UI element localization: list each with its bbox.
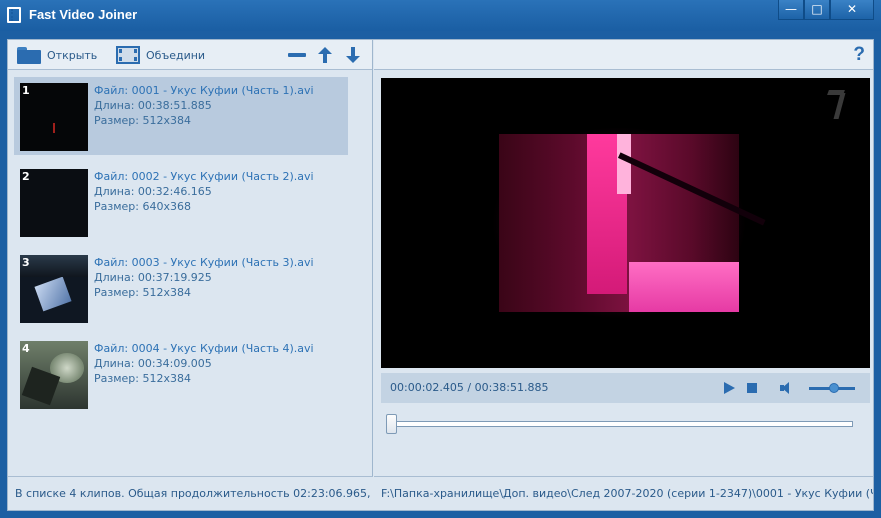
remove-clip-icon[interactable] — [288, 53, 306, 57]
clip-length: Длина: 00:34:09.005 — [94, 357, 212, 370]
channel-logo-icon — [825, 90, 851, 120]
clip-size: Размер: 512x384 — [94, 286, 191, 299]
clip-item[interactable]: 3 Файл: 0003 - Укус Куфии (Часть 3).avi … — [14, 249, 348, 327]
clip-thumbnail: 4 — [20, 341, 88, 409]
open-button[interactable]: Открыть — [17, 46, 97, 64]
clip-number: 2 — [22, 170, 30, 183]
stop-icon[interactable] — [747, 383, 757, 393]
move-down-icon[interactable] — [346, 47, 360, 63]
clip-length: Длина: 00:38:51.885 — [94, 99, 212, 112]
clip-number: 1 — [22, 84, 30, 97]
clip-file: Файл: 0003 - Укус Куфии (Часть 3).avi — [94, 256, 314, 269]
clip-thumbnail: 1 — [20, 83, 88, 151]
clip-file: Файл: 0002 - Укус Куфии (Часть 2).avi — [94, 170, 314, 183]
volume-slider-thumb[interactable] — [829, 383, 840, 393]
help-icon[interactable]: ? — [853, 44, 865, 66]
maximize-button[interactable]: □ — [804, 0, 830, 20]
window-controls: — □ ✕ — [778, 0, 874, 20]
clip-item[interactable]: 1 Файл: 0001 - Укус Куфии (Часть 1).avi … — [14, 77, 348, 155]
clip-info: Файл: 0004 - Укус Куфии (Часть 4).avi Дл… — [94, 341, 314, 386]
seek-bar-thumb[interactable] — [386, 414, 398, 434]
open-label: Открыть — [47, 48, 98, 62]
join-label: Объедини — [146, 48, 206, 62]
clip-length: Длина: 00:32:46.165 — [94, 185, 212, 198]
clip-file: Файл: 0004 - Укус Куфии (Часть 4).avi — [94, 342, 314, 355]
clip-thumbnail: 3 — [20, 255, 88, 323]
film-app-icon — [7, 7, 21, 23]
status-file-path: F:\Папка-хранилище\Доп. видео\След 2007-… — [374, 476, 873, 510]
clip-size: Размер: 512x384 — [94, 114, 191, 127]
clip-thumbnail: 2 — [20, 169, 88, 237]
clip-size: Размер: 512x384 — [94, 372, 191, 385]
clip-panel: Открыть Объедини 1 Файл: 0001 - Укус Куф… — [8, 40, 373, 510]
clip-size: Размер: 640x368 — [94, 200, 191, 213]
player-panel: ? 00:00:02.405 / 00:38:51.885 F:\Папка-х… — [374, 40, 873, 510]
window-title: Fast Video Joiner — [29, 7, 138, 22]
join-button[interactable]: Объедини — [116, 46, 205, 64]
close-button[interactable]: ✕ — [830, 0, 874, 20]
clip-info: Файл: 0001 - Укус Куфии (Часть 1).avi Дл… — [94, 83, 314, 128]
volume-icon[interactable] — [780, 381, 794, 395]
main-window: Открыть Объедини 1 Файл: 0001 - Укус Куф… — [7, 39, 874, 511]
clip-item[interactable]: 4 Файл: 0004 - Укус Куфии (Часть 4).avi … — [14, 335, 348, 413]
minimize-button[interactable]: — — [778, 0, 804, 20]
seek-bar[interactable] — [392, 421, 853, 427]
clip-info: Файл: 0003 - Укус Куфии (Часть 3).avi Дл… — [94, 255, 314, 300]
video-preview[interactable] — [381, 78, 870, 368]
clip-number: 4 — [22, 342, 30, 355]
clip-toolbar: Открыть Объедини — [8, 40, 372, 70]
clip-item[interactable]: 2 Файл: 0002 - Укус Куфии (Часть 2).avi … — [14, 163, 348, 241]
status-summary: В списке 4 клипов. Общая продолжительнос… — [8, 476, 373, 510]
move-up-icon[interactable] — [318, 47, 332, 63]
time-readout: 00:00:02.405 / 00:38:51.885 — [390, 381, 549, 394]
clip-file: Файл: 0001 - Укус Куфии (Часть 1).avi — [94, 84, 314, 97]
clip-number: 3 — [22, 256, 30, 269]
title-bar: Fast Video Joiner — □ ✕ — [0, 0, 881, 31]
play-icon[interactable] — [724, 382, 735, 394]
clip-list: 1 Файл: 0001 - Укус Куфии (Часть 1).avi … — [8, 71, 373, 475]
video-frame — [491, 126, 766, 320]
clip-length: Длина: 00:37:19.925 — [94, 271, 212, 284]
clip-info: Файл: 0002 - Укус Куфии (Часть 2).avi Дл… — [94, 169, 314, 214]
folder-icon — [17, 46, 41, 64]
player-controls: 00:00:02.405 / 00:38:51.885 — [381, 373, 870, 403]
film-icon — [116, 46, 140, 64]
player-toolbar: ? — [374, 40, 873, 70]
